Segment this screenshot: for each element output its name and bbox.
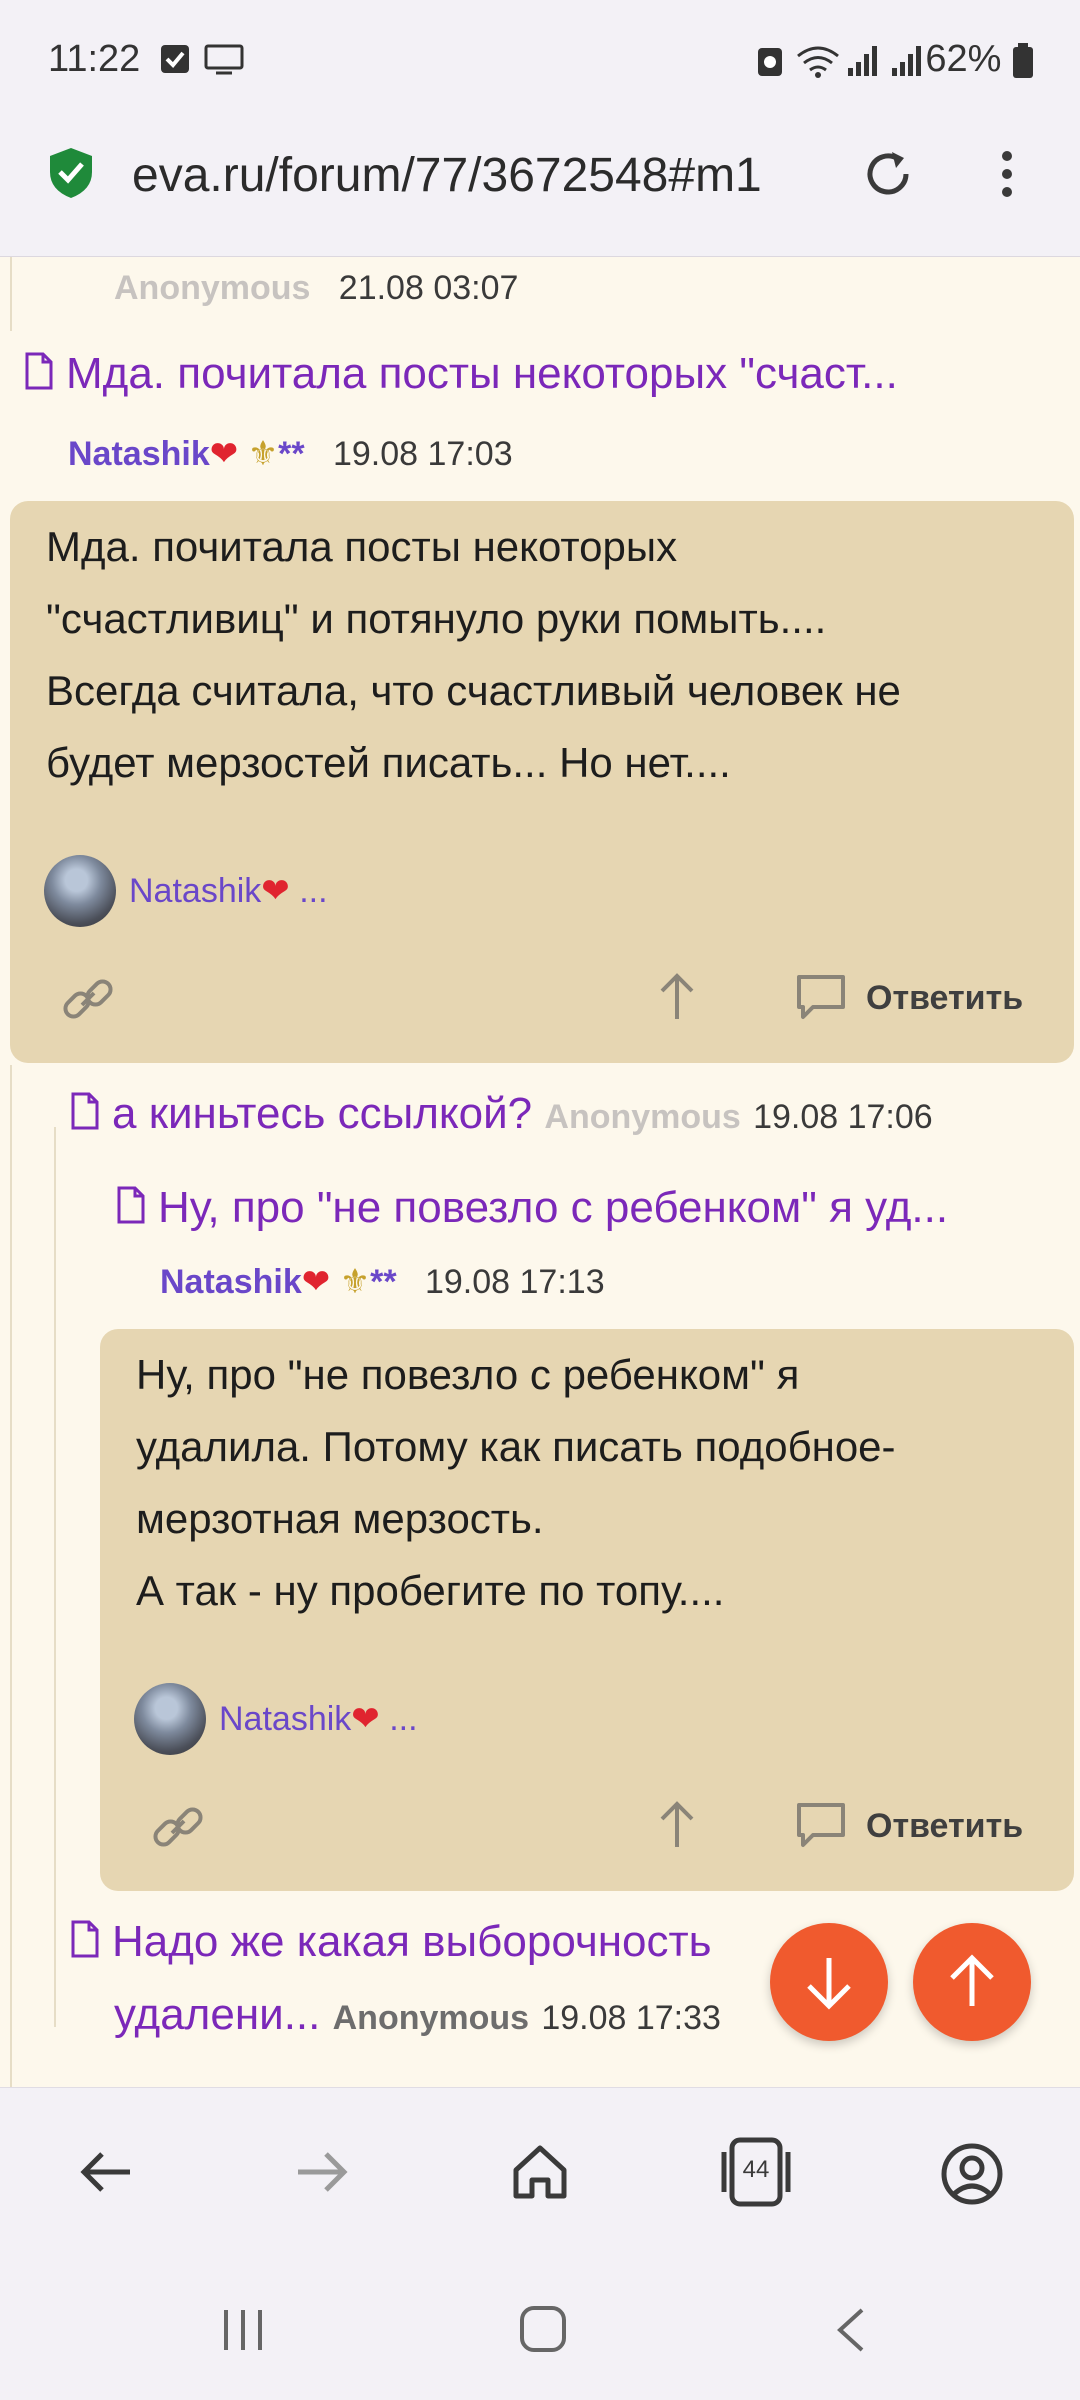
link-icon[interactable] [60,971,116,1032]
author-link[interactable]: Natashik [160,1263,302,1301]
browser-toolbar: 44 [0,2087,1080,2258]
thread-line [10,257,12,331]
post-body: Ну, про "не повезло с ребенком" я удалил… [136,1339,1056,1627]
document-icon [24,351,54,401]
post-title-text[interactable]: а киньтесь ссылкой? [112,1089,532,1138]
status-bar: 11:22 62% [0,0,1080,120]
author-anonymous[interactable]: Anonymous [114,269,310,307]
shield-check-icon[interactable] [48,146,94,205]
comment-icon[interactable] [795,1801,847,1856]
system-navigation-bar [0,2258,1080,2400]
account-icon[interactable] [940,2142,1004,2211]
post-title-text[interactable]: Надо же какая выборочность [112,1917,712,1966]
back-icon[interactable] [76,2142,136,2207]
author-link[interactable]: Natashik [68,435,210,473]
link-icon[interactable] [150,1799,206,1860]
post-title-link[interactable]: Ну, про "не повезло с ребенком" я уд... [116,1183,948,1235]
arrow-up-icon[interactable] [654,969,700,1030]
battery-percent: 62% [925,38,1034,81]
signature[interactable]: Natashik❤ ... [219,1699,418,1739]
scroll-down-button[interactable] [770,1923,888,2041]
prev-post-meta: Anonymous 21.08 03:07 [114,269,518,308]
checkbox-notification-icon [160,44,190,79]
post-meta: Natashik❤ ⚜** 19.08 17:13 [160,1262,605,1302]
post-card: Мда. почитала посты некоторых "счастливи… [10,501,1074,1063]
post-title-link[interactable]: Мда. почитала посты некоторых "счаст... [24,349,898,401]
signal-icon [846,44,880,83]
post-time: 19.08 17:03 [332,435,513,473]
forward-icon[interactable] [292,2142,352,2207]
post-title-link[interactable]: а киньтесь ссылкой? Anonymous 19.08 17:0… [70,1089,933,1141]
heart-icon: ❤ [301,1263,331,1301]
post-time: 19.08 17:06 [753,1098,933,1136]
document-icon [70,1091,100,1141]
document-icon [70,1919,100,1969]
post-title-text[interactable]: удалени... [114,1990,320,2039]
post-body-line: мерзотная мерзость. [136,1495,544,1542]
signature[interactable]: Natashik❤ ... [129,871,328,911]
comment-icon[interactable] [795,973,847,1028]
author-badges: ** [370,1263,397,1301]
author-anonymous[interactable]: Anonymous [544,1098,740,1136]
thread-line [54,1127,56,2027]
signature-suffix: ... [299,872,328,910]
author-anonymous[interactable]: Anonymous [333,1999,529,2037]
signature-name[interactable]: Natashik [129,872,261,910]
scroll-up-button[interactable] [913,1923,1031,2041]
back-nav-icon[interactable] [830,2306,870,2359]
forum-thread: Anonymous 21.08 03:07 Мда. почитала пост… [0,257,1080,2087]
home-nav-icon[interactable] [518,2306,568,2359]
reload-icon[interactable] [858,144,918,209]
signature-name[interactable]: Natashik [219,1700,351,1738]
avatar[interactable] [44,855,116,927]
post-body: Мда. почитала посты некоторых "счастливи… [46,511,1056,799]
post-time: 21.08 03:07 [338,269,519,307]
post-body-line: А так - ну пробегите по топу.... [136,1567,725,1614]
heart-icon: ❤ [209,435,239,473]
signal-icon-2 [890,44,924,83]
post-title-link-cont[interactable]: удалени... Anonymous 19.08 17:33 [114,1990,721,2040]
signature-suffix: ... [389,1700,418,1738]
battery-saver-icon [756,44,784,83]
thread-line [10,1065,12,2087]
tabs-button[interactable]: 44 [718,2134,794,2215]
status-time: 11:22 [48,38,141,80]
post-body-line: удалила. Потому как писать подобное- [136,1423,896,1470]
arrow-down-icon [807,1958,851,2010]
heart-icon: ❤ [261,872,290,910]
url-fade [760,140,840,220]
post-card: Ну, про "не повезло с ребенком" я удалил… [100,1329,1074,1891]
battery-percent-text: 62% [925,38,1002,80]
post-body-line: Всегда считала, что счастливый человек н… [46,667,901,714]
post-body-line: будет мерзостей писать... Но нет.... [46,739,731,786]
fleur-de-lis-icon: ⚜ [339,1263,371,1301]
post-title-link[interactable]: Надо же какая выборочность [70,1917,712,1969]
arrow-up-icon [950,1954,994,2006]
wifi-icon [796,44,840,83]
url-field[interactable]: eva.ru/forum/77/3672548#m1 [132,148,832,203]
recent-apps-icon[interactable] [218,2306,268,2359]
post-title-text[interactable]: Ну, про "не повезло с ребенком" я уд... [158,1183,948,1232]
reply-button[interactable]: Ответить [866,979,1023,1018]
post-meta: Natashik❤ ⚜** 19.08 17:03 [68,434,513,474]
home-icon[interactable] [510,2142,570,2207]
arrow-up-icon[interactable] [654,1797,700,1858]
avatar[interactable] [134,1683,206,1755]
tab-count: 44 [742,2156,770,2183]
document-icon [116,1185,146,1235]
post-title-text[interactable]: Мда. почитала посты некоторых "счаст... [66,349,898,398]
post-body-line: Ну, про "не повезло с ребенком" я [136,1351,800,1398]
more-menu-icon[interactable] [992,144,1022,209]
screen-cast-icon [204,44,244,81]
reply-button[interactable]: Ответить [866,1807,1023,1846]
post-time: 19.08 17:33 [541,1999,721,2037]
post-body-line: Мда. почитала посты некоторых [46,523,678,570]
author-badges: ** [278,435,305,473]
browser-address-bar: eva.ru/forum/77/3672548#m1 [0,120,1080,257]
post-time: 19.08 17:13 [424,1263,605,1301]
battery-icon [1013,42,1033,78]
heart-icon: ❤ [351,1700,380,1738]
fleur-de-lis-icon: ⚜ [247,435,279,473]
post-body-line: "счастливиц" и потянуло руки помыть.... [46,595,827,642]
